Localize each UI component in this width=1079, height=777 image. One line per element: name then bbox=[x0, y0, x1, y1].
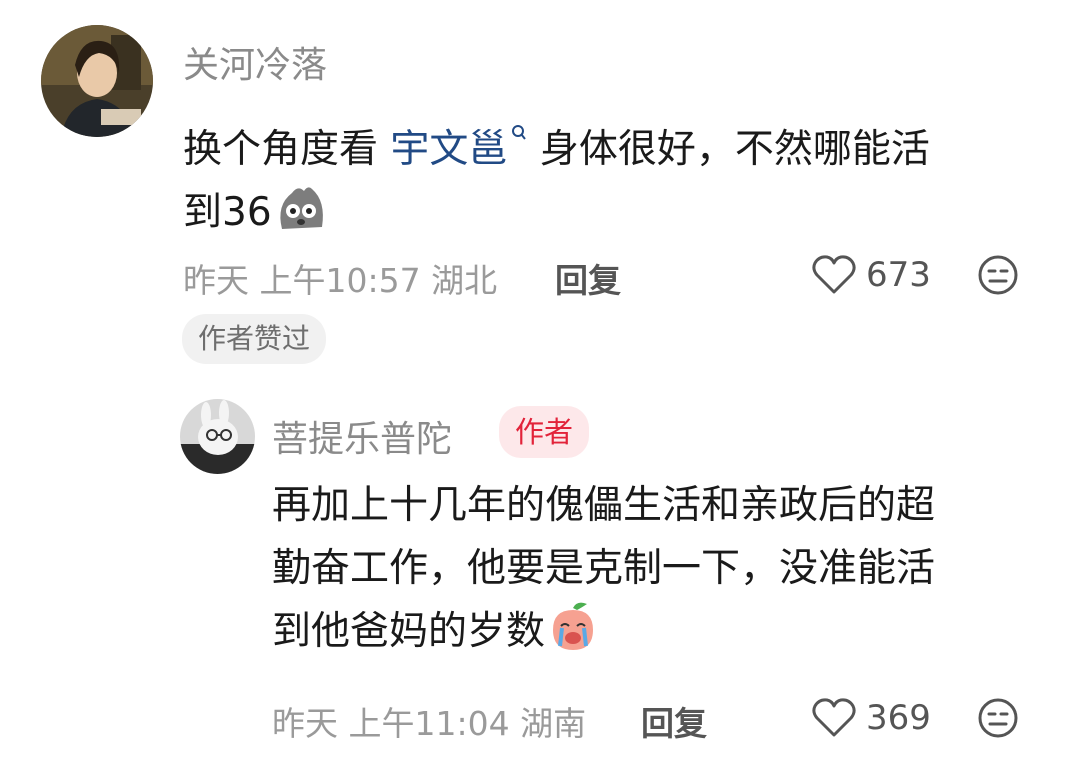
avatar[interactable] bbox=[180, 399, 255, 474]
comment-text-prefix: 换个角度看 bbox=[183, 127, 391, 172]
comment-line-3: 到他爸妈的岁数 bbox=[272, 609, 546, 654]
author-badge: 作者 bbox=[499, 406, 590, 458]
comment-text: 再加上十几年的傀儡生活和亲政后的超 勤奋工作，他要是克制一下，没准能活 到他爸妈… bbox=[272, 474, 1052, 671]
like-button[interactable]: 673 bbox=[812, 252, 931, 298]
comment-text-line2: 到36 bbox=[183, 190, 272, 235]
like-count: 369 bbox=[866, 698, 931, 738]
comment-text-rest: 身体很好，不然哪能活 bbox=[527, 127, 930, 172]
search-link[interactable]: 宇文邕 bbox=[390, 127, 507, 172]
reply-button[interactable]: 回复 bbox=[641, 697, 707, 745]
liked-by-author-badge: 作者赞过 bbox=[182, 314, 327, 364]
username[interactable]: 关河冷落 bbox=[183, 36, 327, 88]
crying-peach-emoji-icon bbox=[547, 600, 599, 671]
pig-face-emoji-icon bbox=[274, 183, 328, 252]
comment-time-location: 昨天 上午11:04 湖南 bbox=[272, 704, 587, 743]
neutral-face-icon bbox=[978, 255, 1018, 295]
like-button[interactable]: 369 bbox=[812, 695, 931, 741]
neutral-face-icon bbox=[978, 698, 1018, 738]
comment-line-1: 换个角度看 宇文邕 身体很好，不然哪能活 bbox=[183, 100, 1043, 181]
heart-icon bbox=[812, 255, 856, 295]
username[interactable]: 菩提乐普陀 bbox=[272, 410, 452, 462]
search-icon[interactable] bbox=[511, 100, 527, 163]
reply-button[interactable]: 回复 bbox=[555, 254, 621, 302]
heart-icon bbox=[812, 698, 856, 738]
comment-time-location: 昨天 上午10:57 湖北 bbox=[183, 261, 498, 300]
comment-line-2: 到36 bbox=[183, 181, 1043, 252]
dislike-button[interactable] bbox=[977, 254, 1019, 296]
dislike-button[interactable] bbox=[977, 697, 1019, 739]
avatar[interactable] bbox=[41, 25, 153, 137]
comment-line-3-wrap: 到他爸妈的岁数 bbox=[272, 600, 1052, 671]
comment-text: 换个角度看 宇文邕 身体很好，不然哪能活 到36 bbox=[183, 100, 1043, 252]
like-count: 673 bbox=[866, 255, 931, 295]
comment-line-1: 再加上十几年的傀儡生活和亲政后的超 bbox=[272, 483, 936, 528]
comment-line-2: 勤奋工作，他要是克制一下，没准能活 bbox=[272, 546, 936, 591]
